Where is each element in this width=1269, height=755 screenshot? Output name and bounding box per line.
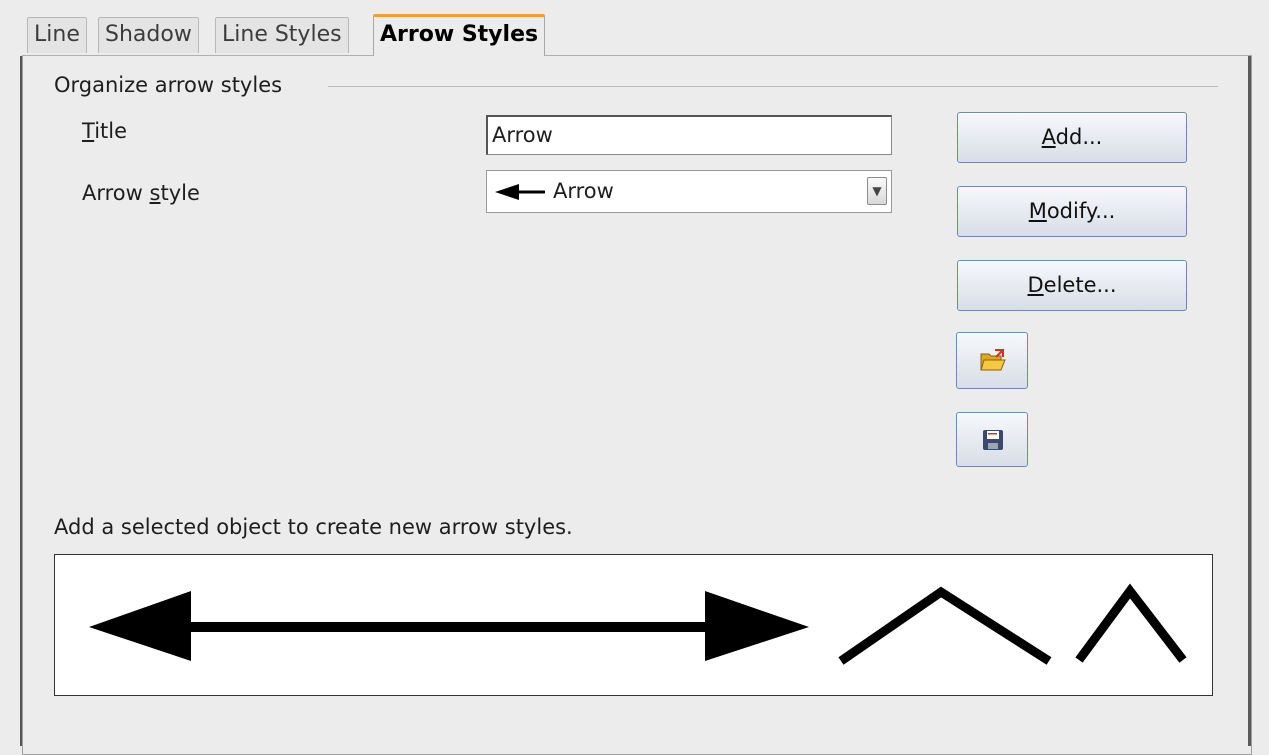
title-label: Title: [82, 119, 128, 143]
open-folder-icon: [980, 349, 1006, 371]
arrow-style-value: Arrow: [553, 179, 614, 203]
arrow-line: [185, 622, 715, 632]
delete-button[interactable]: Delete...: [957, 260, 1187, 311]
hint-text: Add a selected object to create new arro…: [54, 515, 573, 539]
chevron-down-icon[interactable]: ▼: [867, 177, 887, 205]
panel-left-border: [20, 56, 22, 746]
arrow-preview-drawing: [89, 583, 1187, 665]
tab-line[interactable]: Line: [27, 17, 87, 53]
arrow-style-label: Arrow style: [82, 181, 200, 205]
modify-button[interactable]: Modify...: [957, 186, 1187, 237]
add-button[interactable]: Add...: [957, 112, 1187, 163]
arrow-style-preview: [54, 554, 1213, 696]
left-arrowhead: [89, 591, 191, 661]
panel-right-border: [1248, 56, 1251, 746]
wide-chevron-shape: [838, 586, 1052, 665]
right-arrowhead: [705, 591, 809, 661]
floppy-disk-icon: [983, 430, 1003, 450]
tab-arrow-styles[interactable]: Arrow Styles: [373, 14, 546, 56]
load-arrow-styles-button[interactable]: [956, 332, 1028, 389]
tab-shadow[interactable]: Shadow: [98, 17, 199, 53]
title-input[interactable]: Arrow: [486, 115, 892, 155]
narrow-chevron-shape: [1075, 583, 1187, 663]
section-rule: [328, 86, 1218, 87]
arrow-style-select[interactable]: Arrow ▼: [486, 170, 892, 213]
section-title: Organize arrow styles: [54, 73, 283, 97]
arrow-preview-icon: [495, 184, 545, 200]
save-arrow-styles-button[interactable]: [956, 412, 1028, 467]
tab-line-styles[interactable]: Line Styles: [215, 17, 349, 53]
